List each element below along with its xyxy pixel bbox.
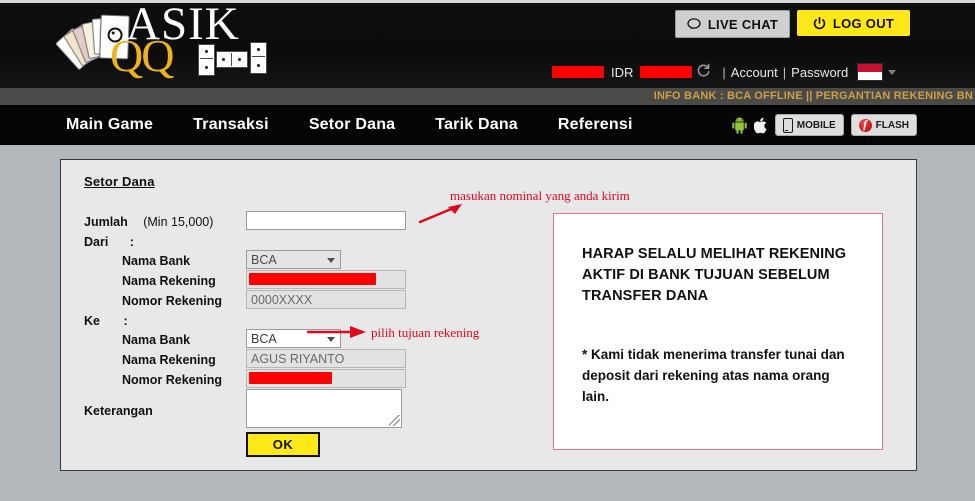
- dari-label: Dari: [84, 235, 109, 249]
- power-icon: [813, 16, 826, 30]
- username-redacted: [552, 66, 604, 78]
- ke-nama-bank-row: Nama Bank: [122, 331, 190, 351]
- live-chat-button[interactable]: LIVE CHAT: [675, 10, 790, 38]
- notice-body: * Kami tidak menerima transfer tunai dan…: [582, 347, 845, 404]
- currency-label: IDR: [611, 64, 634, 80]
- ke-nama-bank-label: Nama Bank: [122, 333, 191, 347]
- setor-dana-panel: Setor Dana Jumlah (Min 15,000) Dari : Na…: [60, 159, 917, 471]
- ke-label: Ke: [84, 314, 100, 328]
- separator-2: |: [782, 64, 787, 80]
- jumlah-input[interactable]: [246, 211, 406, 230]
- apple-icon[interactable]: [753, 117, 768, 134]
- ke-nomor-rekening-redacted: [249, 372, 332, 384]
- ok-button-label: OK: [272, 437, 294, 452]
- ke-nama-rekening-label: Nama Rekening: [122, 353, 216, 367]
- info-bank-ticker-text: INFO BANK : BCA OFFLINE || PERGANTIAN RE…: [653, 90, 973, 102]
- indonesia-flag-icon[interactable]: [857, 63, 884, 81]
- keterangan-textarea[interactable]: [246, 389, 402, 428]
- notice-box: HARAP SELALU MELIHAT REKENING AKTIF DI B…: [553, 213, 883, 450]
- dari-nomor-rekening-input: [246, 290, 406, 309]
- page-root: ASIK QQ LIVE CHAT LOG OUT IDR | Account …: [0, 0, 975, 501]
- nav-item-referensi[interactable]: Referensi: [558, 116, 633, 134]
- balance-redacted: [640, 66, 693, 78]
- mobile-label: MOBILE: [796, 119, 836, 131]
- jumlah-row: Jumlah (Min 15,000): [84, 213, 213, 233]
- android-icon[interactable]: [732, 117, 747, 134]
- flash-icon: [858, 117, 872, 132]
- annotation-bank-hint: pilih tujuan rekening: [371, 325, 480, 340]
- domino-tiles-icon: [198, 42, 274, 76]
- language-chevron-down-icon[interactable]: [888, 69, 897, 75]
- site-logo[interactable]: ASIK QQ: [55, 1, 274, 85]
- resize-handle-icon[interactable]: [389, 415, 400, 426]
- ke-nama-rekening-input: [246, 349, 406, 368]
- dari-nama-bank-value: BCA: [251, 253, 277, 267]
- ke-colon: :: [123, 314, 128, 328]
- main-navigation: Main Game Transaksi Setor Dana Tarik Dan…: [0, 105, 975, 145]
- dari-nama-rekening-redacted: [249, 273, 376, 285]
- log-out-button[interactable]: LOG OUT: [797, 10, 910, 36]
- dari-nama-bank-label: Nama Bank: [122, 254, 191, 268]
- nav-item-setor-dana[interactable]: Setor Dana: [309, 116, 395, 134]
- account-link[interactable]: Account: [731, 65, 778, 80]
- notice-heading: HARAP SELALU MELIHAT REKENING AKTIF DI B…: [582, 246, 847, 304]
- ke-nama-bank-value: BCA: [251, 332, 277, 346]
- dari-nama-rekening-label: Nama Rekening: [122, 274, 216, 288]
- live-chat-label: LIVE CHAT: [707, 16, 779, 32]
- ke-nomor-rekening-label: Nomor Rekening: [122, 373, 223, 387]
- annotation-jumlah-hint: masukan nominal yang anda kirim: [450, 188, 630, 203]
- log-out-label: LOG OUT: [832, 15, 895, 31]
- ke-nama-rekening-row: Nama Rekening: [122, 351, 216, 371]
- jumlah-label: Jumlah: [84, 215, 128, 229]
- dari-nomor-rekening-row: Nomor Rekening: [122, 292, 222, 312]
- annotation-arrow-jumlah: [418, 204, 462, 224]
- account-info-row: IDR | Account | Password: [552, 63, 897, 81]
- page-title: Setor Dana: [84, 174, 155, 189]
- nav-item-list: Main Game Transaksi Setor Dana Tarik Dan…: [66, 105, 673, 145]
- ok-button[interactable]: OK: [246, 432, 320, 457]
- dari-colon: :: [129, 235, 134, 249]
- dari-bank-chevron-down-icon: [327, 258, 335, 263]
- nav-item-tarik-dana[interactable]: Tarik Dana: [435, 116, 518, 134]
- dari-nama-bank-row: Nama Bank: [122, 252, 190, 272]
- flash-button[interactable]: FLASH: [850, 114, 917, 136]
- nav-platform-icons: MOBILE FLASH: [732, 105, 917, 145]
- logo-text-qq: QQ: [110, 30, 174, 81]
- mobile-button[interactable]: MOBILE: [774, 114, 844, 136]
- dari-nama-bank-select[interactable]: BCA: [246, 250, 341, 269]
- dari-nomor-rekening-label: Nomor Rekening: [122, 294, 223, 308]
- password-link[interactable]: Password: [791, 65, 848, 80]
- refresh-icon[interactable]: [696, 63, 711, 81]
- dari-nama-rekening-row: Nama Rekening: [122, 272, 216, 292]
- nav-item-transaksi[interactable]: Transaksi: [193, 116, 269, 134]
- nav-item-main-game[interactable]: Main Game: [66, 116, 153, 134]
- keterangan-row: Keterangan: [84, 402, 153, 422]
- annotation-arrow-bank: [306, 326, 366, 338]
- info-bank-ticker: INFO BANK : BCA OFFLINE || PERGANTIAN RE…: [0, 88, 975, 105]
- site-header: ASIK QQ LIVE CHAT LOG OUT IDR | Account …: [0, 0, 975, 88]
- separator-1: |: [722, 64, 726, 80]
- jumlah-min-note: (Min 15,000): [143, 215, 214, 229]
- ke-section-label: Ke :: [84, 312, 128, 332]
- chat-bubble-icon: [687, 18, 701, 30]
- dari-section-label: Dari :: [84, 233, 134, 253]
- phone-icon: [782, 117, 793, 133]
- ke-nomor-rekening-row: Nomor Rekening: [122, 371, 222, 391]
- keterangan-label: Keterangan: [84, 404, 153, 418]
- flash-label: FLASH: [875, 119, 909, 131]
